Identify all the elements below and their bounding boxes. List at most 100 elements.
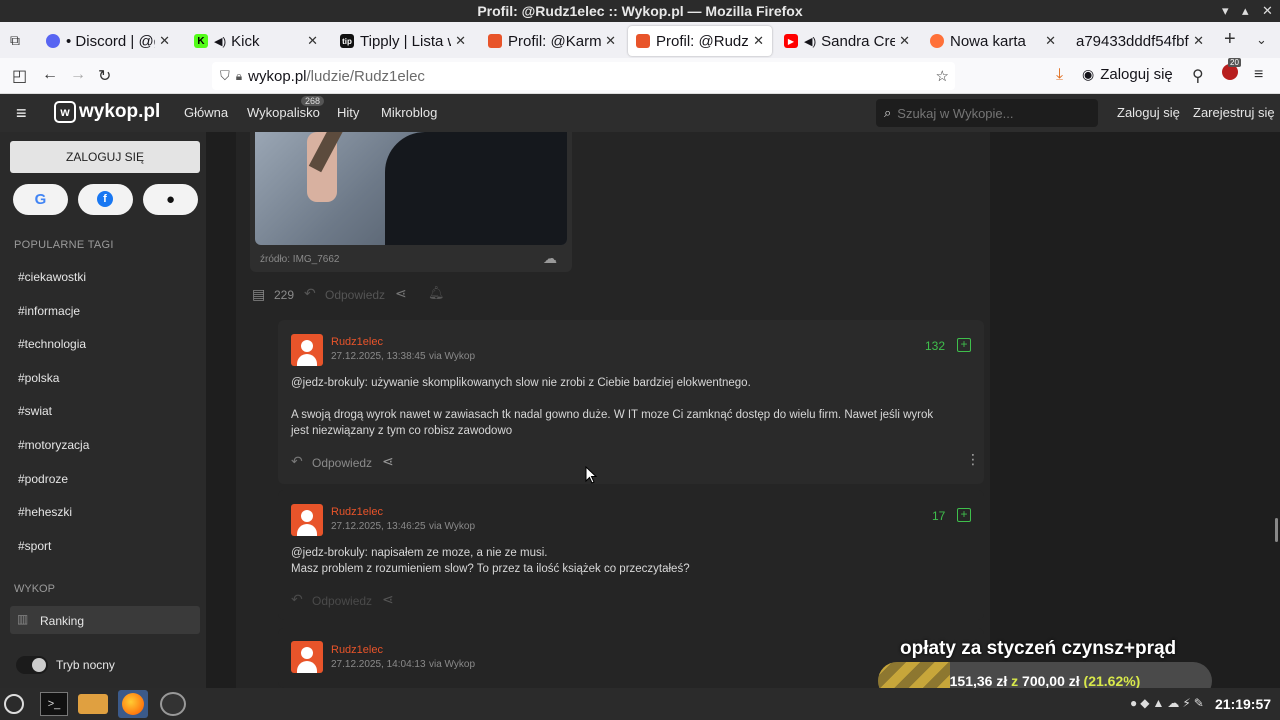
site-logo[interactable]: w wykop.pl: [54, 101, 160, 123]
obs-icon[interactable]: [160, 692, 186, 716]
wykopalisko-count-badge: 268: [301, 96, 325, 106]
nav-mikroblog[interactable]: Mikroblog: [381, 105, 437, 120]
tag-link[interactable]: #motoryzacja: [18, 438, 89, 452]
sidebar-item-ranking[interactable]: ▥ Ranking: [10, 606, 200, 634]
nav-wykopalisko[interactable]: Wykopalisko: [247, 105, 320, 120]
youtube-favicon-icon: ▶: [784, 34, 798, 48]
post-reply-button[interactable]: Odpowiedz: [325, 288, 385, 302]
cloud-download-icon[interactable]: ☁: [543, 250, 557, 267]
url-bar[interactable]: ⛉ 🔒︎ wykop.pl /ludzie/Rudz1elec ☆: [212, 62, 955, 90]
night-mode-toggle[interactable]: [16, 656, 48, 674]
sidebar-login-button[interactable]: ZALOGUJ SIĘ: [10, 141, 200, 173]
extensions-puzzle-icon[interactable]: ⚲: [1192, 66, 1204, 86]
reply-icon[interactable]: ↶: [291, 453, 303, 470]
ublock-extension-icon[interactable]: 20: [1222, 58, 1241, 80]
tab-hash[interactable]: a79433dddf54fbf2 ✕: [1068, 26, 1212, 56]
file-manager-icon[interactable]: [78, 694, 108, 714]
tag-link[interactable]: #technologia: [18, 337, 86, 351]
menu-hamburger-icon[interactable]: ≡: [1254, 66, 1263, 84]
comment-reply-button[interactable]: Odpowiedz: [312, 456, 372, 470]
forward-arrow-icon[interactable]: →: [70, 66, 86, 84]
download-icon[interactable]: ⤓: [1056, 66, 1063, 84]
comments-icon[interactable]: ▤: [252, 286, 265, 303]
mention-link[interactable]: @jedz-brokuly:: [291, 377, 368, 389]
terminal-icon[interactable]: >_: [40, 692, 68, 716]
minimize-icon[interactable]: ▾: [1222, 0, 1229, 22]
mention-link[interactable]: @jedz-brokuly:: [291, 547, 368, 559]
tab-kick[interactable]: K ◀) Kick ✕: [186, 26, 326, 56]
shield-icon[interactable]: ⛉: [220, 68, 230, 84]
back-arrow-icon[interactable]: ←: [42, 66, 58, 84]
tag-link[interactable]: #informacje: [18, 304, 80, 318]
close-window-icon[interactable]: ✕: [1262, 0, 1273, 22]
tab-label: a79433dddf54fbf2: [1076, 32, 1190, 50]
page-scrollbar-thumb[interactable]: [1275, 518, 1278, 542]
start-menu-icon[interactable]: [4, 694, 24, 714]
comment-text-line: A swoją drogą wyrok nawet w zawiasach tk…: [291, 409, 934, 421]
system-tray-icons[interactable]: ●◆▲☁⚡✎: [1130, 696, 1207, 710]
close-tab-icon[interactable]: ✕: [307, 33, 318, 49]
avatar[interactable]: [291, 334, 323, 366]
comment-reply-button[interactable]: Odpowiedz: [312, 594, 372, 608]
share-icon[interactable]: ⋖: [395, 285, 407, 302]
maximize-icon[interactable]: ▴: [1242, 0, 1249, 22]
tab-sandra-cretu[interactable]: ▶ ◀) Sandra Cretu ✕: [776, 26, 918, 56]
reply-icon[interactable]: ↶: [304, 285, 316, 302]
notification-bell-icon[interactable]: 🔔︎: [428, 285, 445, 301]
share-icon[interactable]: ⋖: [382, 591, 394, 608]
bookmark-star-icon[interactable]: ☆: [936, 67, 949, 85]
close-tab-icon[interactable]: ✕: [605, 33, 616, 49]
avatar[interactable]: [291, 641, 323, 673]
header-login-link[interactable]: Zaloguj się: [1117, 105, 1180, 120]
tag-link[interactable]: #polska: [18, 371, 59, 385]
close-tab-icon[interactable]: ✕: [159, 33, 170, 49]
sidebar-toggle-icon[interactable]: ◰: [12, 66, 27, 86]
google-login-button[interactable]: G: [13, 184, 68, 215]
tab-profil-rudz1elec[interactable]: Profil: @Rudz1e ✕: [628, 26, 772, 56]
lock-icon[interactable]: 🔒︎: [236, 69, 242, 84]
close-tab-icon[interactable]: ✕: [753, 33, 764, 49]
new-tab-plus-icon[interactable]: +: [1224, 28, 1236, 51]
tab-tipply[interactable]: tip Tipply | Lista wi ✕: [332, 26, 474, 56]
hamburger-menu-icon[interactable]: ≡: [16, 103, 27, 124]
tab-nowa-karta[interactable]: Nowa karta ✕: [922, 26, 1064, 56]
post-image[interactable]: [255, 132, 567, 245]
tag-link[interactable]: #ciekawostki: [18, 270, 86, 284]
tab-discord[interactable]: • Discord | @go ✕: [38, 26, 178, 56]
upvote-plus-icon[interactable]: +: [957, 338, 971, 352]
close-tab-icon[interactable]: ✕: [1193, 33, 1204, 49]
site-search-field[interactable]: ⌕: [876, 99, 1098, 127]
comment-author[interactable]: Rudz1elec: [331, 506, 383, 518]
search-input[interactable]: [897, 105, 1088, 121]
tag-link[interactable]: #podroze: [18, 472, 68, 486]
avatar[interactable]: [291, 504, 323, 536]
more-options-icon[interactable]: ⋮: [966, 451, 980, 468]
tag-link[interactable]: #heheszki: [18, 505, 72, 519]
tag-link[interactable]: #sport: [18, 539, 51, 553]
close-tab-icon[interactable]: ✕: [1045, 33, 1056, 49]
nav-hity[interactable]: Hity: [337, 105, 359, 120]
tag-link[interactable]: #swiat: [18, 404, 52, 418]
speaker-icon[interactable]: ◀): [804, 35, 816, 48]
close-tab-icon[interactable]: ✕: [899, 33, 910, 49]
tab-profil-karmer[interactable]: Profil: @Karmer ✕: [480, 26, 624, 56]
nav-glowna[interactable]: Główna: [184, 105, 228, 120]
reply-icon[interactable]: ↶: [291, 591, 303, 608]
header-register-link[interactable]: Zarejestruj się: [1193, 105, 1275, 120]
account-icon: ◉: [1082, 66, 1095, 82]
list-all-tabs-icon[interactable]: ⌄: [1256, 32, 1267, 48]
firefox-taskbar-icon[interactable]: [118, 690, 148, 718]
tab-list-icon[interactable]: ⧉: [10, 32, 20, 49]
comment-author[interactable]: Rudz1elec: [331, 336, 383, 348]
facebook-login-button[interactable]: f: [78, 184, 133, 215]
apple-login-button[interactable]: ●: [143, 184, 198, 215]
comments-count[interactable]: 229: [274, 288, 294, 302]
comment-card: Rudz1elec 27.12.2025, 13:46:25 via Wykop…: [278, 490, 984, 620]
account-button[interactable]: ◉ Zaloguj się: [1082, 66, 1173, 83]
close-tab-icon[interactable]: ✕: [455, 33, 466, 49]
speaker-icon[interactable]: ◀): [214, 35, 226, 48]
share-icon[interactable]: ⋖: [382, 453, 394, 470]
comment-author[interactable]: Rudz1elec: [331, 644, 383, 656]
reload-icon[interactable]: ↻: [98, 66, 111, 86]
upvote-plus-icon[interactable]: +: [957, 508, 971, 522]
